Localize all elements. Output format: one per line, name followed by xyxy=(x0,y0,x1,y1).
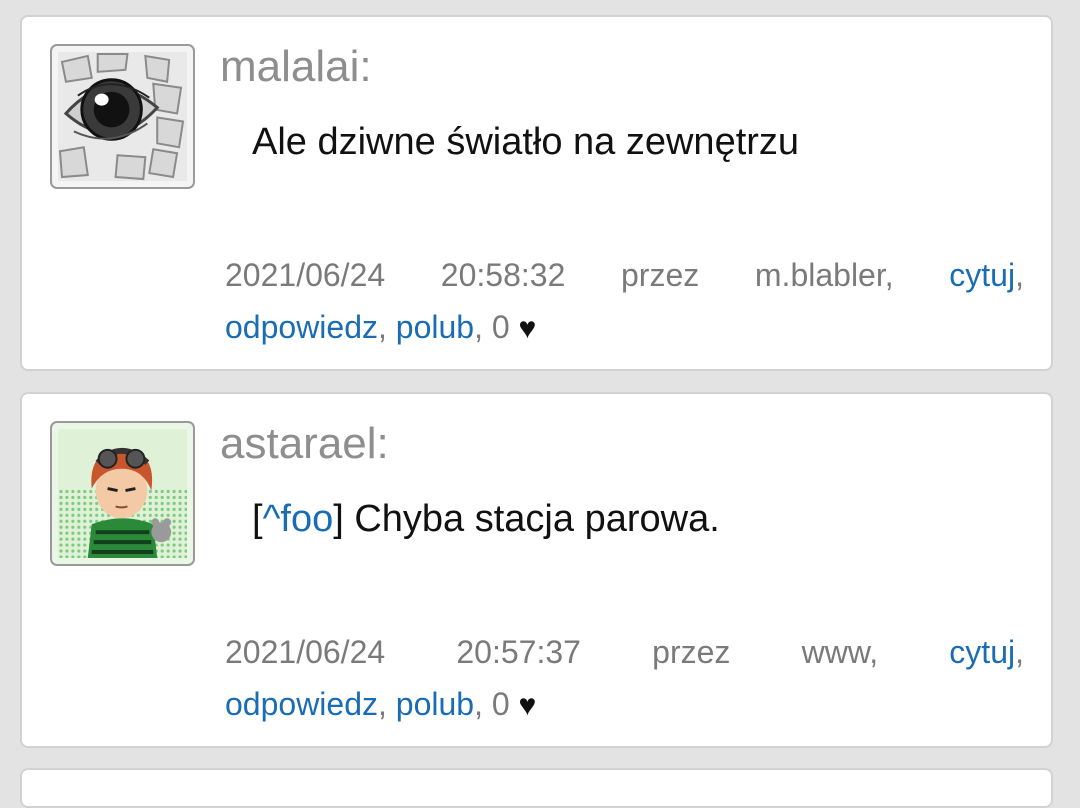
heart-icon: ♥ xyxy=(518,312,537,345)
quote-link[interactable]: cytuj xyxy=(949,634,1015,670)
post-message: Ale dziwne światło na zewnętrzu xyxy=(252,121,800,163)
post-meta: 2021/06/24 20:58:32 przez m.blabler, cyt… xyxy=(225,249,1024,355)
quote-reference-link[interactable]: ^foo xyxy=(263,498,334,540)
post-card xyxy=(20,768,1053,808)
post-card: malalai: Ale dziwne światło na zewnętrzu… xyxy=(20,15,1053,371)
post-date: 2021/06/24 xyxy=(225,257,386,293)
heart-icon: ♥ xyxy=(518,689,537,722)
post-meta: 2021/06/24 20:57:37 przez www, cytuj, od… xyxy=(225,626,1024,732)
like-count: 0 xyxy=(491,686,510,722)
post-message: [^foo] Chyba stacja parowa. xyxy=(252,498,720,540)
post-date: 2021/06/24 xyxy=(225,634,386,670)
post-via: m.blabler, xyxy=(754,257,894,293)
reply-link[interactable]: odpowiedz xyxy=(225,686,378,722)
post-author[interactable]: malalai: xyxy=(220,45,372,89)
post-time: 20:57:37 xyxy=(456,634,581,670)
like-link[interactable]: polub xyxy=(396,686,474,722)
post-author[interactable]: astarael: xyxy=(220,422,389,466)
avatar[interactable] xyxy=(50,44,195,189)
like-link[interactable]: polub xyxy=(396,309,474,345)
quote-link[interactable]: cytuj xyxy=(949,257,1015,293)
reply-link[interactable]: odpowiedz xyxy=(225,309,378,345)
post-by-label: przez xyxy=(621,257,700,293)
anime-character-avatar-icon xyxy=(58,429,187,558)
post-message-text: Chyba stacja parowa. xyxy=(354,498,720,540)
avatar[interactable] xyxy=(50,421,195,566)
post-by-label: przez xyxy=(652,634,731,670)
post-via: www, xyxy=(801,634,879,670)
eye-sketch-avatar-icon xyxy=(58,52,187,181)
post-time: 20:58:32 xyxy=(440,257,566,293)
post-card: astarael: [^foo] Chyba stacja parowa. 20… xyxy=(20,392,1053,748)
like-count: 0 xyxy=(491,309,510,345)
